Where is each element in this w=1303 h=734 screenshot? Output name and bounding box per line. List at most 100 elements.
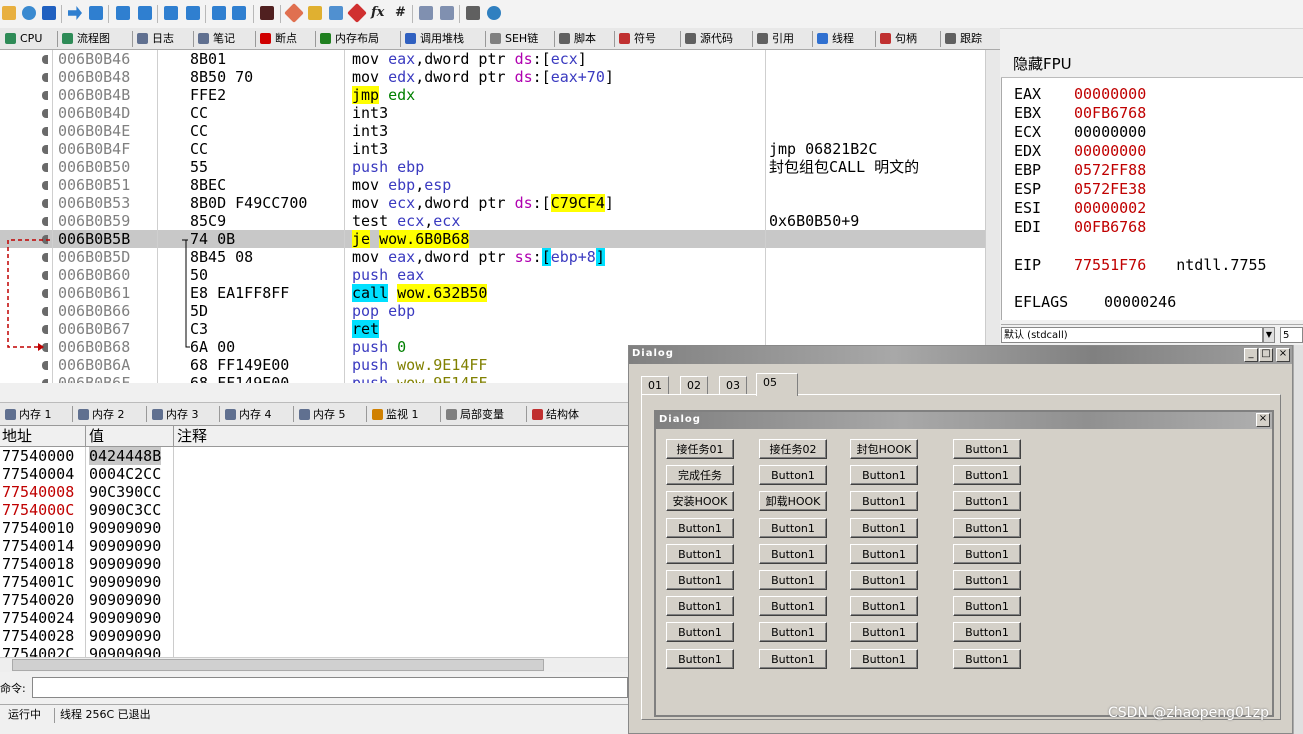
tab-6[interactable]: 调用堆栈 bbox=[403, 30, 464, 47]
dialog-button[interactable]: 安装HOOK bbox=[666, 491, 734, 512]
memory-row[interactable]: 77540008 90C390CC bbox=[0, 483, 628, 501]
right-edge-scrollbar[interactable] bbox=[1293, 345, 1303, 734]
dialog-button[interactable]: Button1 bbox=[953, 570, 1021, 590]
dialog-button[interactable]: Button1 bbox=[759, 465, 827, 486]
comment-icon[interactable] bbox=[308, 6, 322, 20]
dialog-button[interactable]: Button1 bbox=[850, 648, 918, 669]
close-icon[interactable]: × bbox=[1276, 348, 1290, 362]
eflags-row[interactable]: EFLAGS 00000246 bbox=[1014, 293, 1176, 312]
dialog-button[interactable]: Button1 bbox=[759, 622, 827, 643]
dialog-button[interactable]: Button1 bbox=[666, 622, 734, 643]
dialog-button[interactable]: Button1 bbox=[953, 596, 1021, 617]
disassembly-scrollbar[interactable] bbox=[985, 50, 1000, 383]
eip-row[interactable]: EIP 77551F76 ntdll.7755 bbox=[1014, 256, 1267, 275]
dialog-button[interactable]: Button1 bbox=[666, 648, 734, 669]
argument-count-input[interactable]: 5 bbox=[1280, 327, 1303, 343]
memory-row[interactable]: 77540018 90909090 bbox=[0, 555, 628, 573]
dialog-button[interactable]: Button1 bbox=[953, 622, 1021, 643]
memory-dump[interactable]: 77540000 0424448B 77540004 0004C2CC 77540008… bbox=[0, 447, 628, 657]
minimize-icon[interactable]: _ bbox=[1244, 348, 1258, 362]
memory-row[interactable]: 7754001C 90909090 bbox=[0, 573, 628, 591]
run-icon[interactable] bbox=[68, 6, 82, 20]
register-row[interactable]: ESP 0572FE38 bbox=[1014, 180, 1146, 199]
dialog-button[interactable]: Button1 bbox=[850, 543, 918, 564]
memory-row[interactable]: 77540010 90909090 bbox=[0, 519, 628, 537]
dialog-button[interactable]: Button1 bbox=[953, 517, 1021, 538]
memory-row[interactable]: 77540000 0424448B bbox=[0, 447, 628, 465]
dialog-button[interactable]: Button1 bbox=[666, 517, 734, 538]
memory-tab-2[interactable]: 内存 3 bbox=[150, 406, 199, 423]
register-row[interactable]: EBP 0572FF88 bbox=[1014, 161, 1146, 180]
dialog-button[interactable]: Button1 bbox=[759, 570, 827, 590]
tab-5[interactable]: 内存布局 bbox=[318, 30, 379, 47]
memory-row[interactable]: 77540024 90909090 bbox=[0, 609, 628, 627]
dialog-button[interactable]: Button1 bbox=[850, 622, 918, 643]
dialog-button[interactable]: Button1 bbox=[666, 596, 734, 617]
command-input[interactable] bbox=[32, 677, 628, 698]
pause-icon[interactable] bbox=[89, 6, 103, 20]
tab-1[interactable]: 流程图 bbox=[60, 30, 110, 47]
dialog-tab-03[interactable]: 03 bbox=[719, 376, 747, 395]
dialog-tab-01[interactable]: 01 bbox=[641, 376, 669, 395]
tab-8[interactable]: 脚本 bbox=[557, 30, 596, 47]
memory-row[interactable]: 77540004 0004C2CC bbox=[0, 465, 628, 483]
calculator-icon[interactable] bbox=[466, 6, 480, 20]
module-icon[interactable] bbox=[440, 6, 454, 20]
hash-icon[interactable]: # bbox=[395, 5, 406, 20]
dialog-button[interactable]: Button1 bbox=[850, 570, 918, 590]
register-row[interactable]: EDX 00000000 bbox=[1014, 142, 1146, 161]
tab-4[interactable]: 断点 bbox=[258, 30, 297, 47]
font-icon[interactable] bbox=[419, 6, 433, 20]
register-row[interactable]: EDI 00FB6768 bbox=[1014, 218, 1146, 237]
restart-icon[interactable] bbox=[22, 6, 36, 20]
bookmark-icon[interactable] bbox=[347, 3, 367, 23]
trace-over-icon[interactable] bbox=[186, 6, 200, 20]
label-icon[interactable] bbox=[329, 6, 343, 20]
dialog-button[interactable]: Button1 bbox=[850, 596, 918, 617]
dialog-button[interactable]: Button1 bbox=[759, 596, 827, 617]
dialog-button[interactable]: 接任务02 bbox=[759, 439, 827, 459]
dialog-button[interactable]: Button1 bbox=[850, 517, 918, 538]
globe-icon[interactable] bbox=[487, 6, 501, 20]
memory-row[interactable]: 7754002C 90909090 bbox=[0, 645, 628, 657]
memory-row[interactable]: 77540028 90909090 bbox=[0, 627, 628, 645]
memory-tab-1[interactable]: 内存 2 bbox=[76, 406, 125, 423]
dialog-button[interactable]: Button1 bbox=[666, 570, 734, 590]
scylla-icon[interactable] bbox=[260, 6, 274, 20]
dialog-tab-02[interactable]: 02 bbox=[680, 376, 708, 395]
memory-tab-0[interactable]: 内存 1 bbox=[3, 406, 52, 423]
dialog-button[interactable]: Button1 bbox=[953, 439, 1021, 459]
dialog-button[interactable]: Button1 bbox=[953, 465, 1021, 486]
inner-close-icon[interactable]: × bbox=[1256, 413, 1270, 427]
memory-row[interactable]: 77540020 90909090 bbox=[0, 591, 628, 609]
register-row[interactable]: EBX 00FB6768 bbox=[1014, 104, 1146, 123]
dialog-tab-05[interactable]: 05 bbox=[756, 373, 798, 396]
tab-13[interactable]: 句柄 bbox=[878, 30, 917, 47]
trace-into-icon[interactable] bbox=[164, 6, 178, 20]
memory-row[interactable]: 77540014 90909090 bbox=[0, 537, 628, 555]
dialog-button[interactable]: 完成任务 bbox=[666, 465, 734, 486]
tab-9[interactable]: 符号 bbox=[617, 30, 656, 47]
dialog-button[interactable]: Button1 bbox=[759, 648, 827, 669]
memory-tab-3[interactable]: 内存 4 bbox=[223, 406, 272, 423]
step-over-icon[interactable] bbox=[138, 6, 152, 20]
tab-3[interactable]: 笔记 bbox=[196, 30, 235, 47]
tab-7[interactable]: SEH链 bbox=[488, 30, 538, 47]
tab-10[interactable]: 源代码 bbox=[683, 30, 733, 47]
dialog-button[interactable]: Button1 bbox=[759, 517, 827, 538]
chevron-down-icon[interactable]: ▼ bbox=[1263, 327, 1275, 343]
memory-tab-5[interactable]: 监视 1 bbox=[370, 406, 419, 423]
tab-14[interactable]: 跟踪 bbox=[943, 30, 982, 47]
tab-2[interactable]: 日志 bbox=[135, 30, 174, 47]
dialog-button[interactable]: 卸载HOOK bbox=[759, 491, 827, 512]
dialog-button[interactable]: Button1 bbox=[850, 465, 918, 486]
disassembly-view[interactable]: 006B0B46 8B01 mov eax,dword ptr ds:[ecx] 00… bbox=[0, 50, 985, 383]
register-row[interactable]: EAX 00000000 bbox=[1014, 85, 1146, 104]
maximize-icon[interactable]: □ bbox=[1259, 348, 1273, 362]
dialog-button[interactable]: Button1 bbox=[850, 491, 918, 512]
tab-11[interactable]: 引用 bbox=[755, 30, 794, 47]
memory-horizontal-scrollbar[interactable] bbox=[0, 657, 628, 672]
register-row[interactable]: ECX 00000000 bbox=[1014, 123, 1146, 142]
dialog-button[interactable]: Button1 bbox=[759, 543, 827, 564]
execute-till-return-icon[interactable] bbox=[212, 6, 226, 20]
